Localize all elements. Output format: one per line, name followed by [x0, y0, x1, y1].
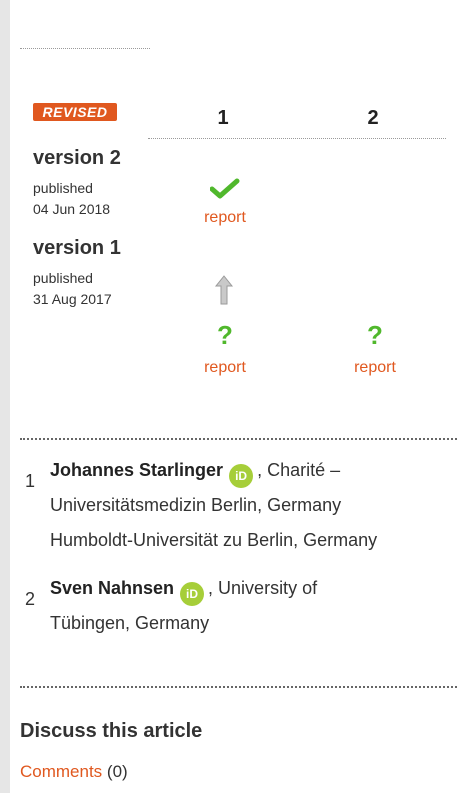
version-2-title: version 2 — [33, 147, 121, 169]
reviewer-column-2-header: 2 — [367, 107, 379, 129]
top-divider — [20, 48, 150, 49]
reviewer-1-affiliation-line-3: Humboldt-Universität zu Berlin, Germany — [50, 530, 378, 550]
column-header-divider — [148, 138, 446, 139]
version-2-reviewer-1-report-link[interactable]: report — [185, 209, 265, 227]
approved-check-icon — [210, 178, 240, 199]
approved-with-reservations-icon: ? — [217, 320, 233, 350]
comments-link[interactable]: Comments — [20, 762, 102, 781]
version-2-date: 04 Jun 2018 — [33, 201, 111, 217]
version-1-reviewer-2-report-link[interactable]: report — [335, 359, 415, 377]
comments-count: (0) — [102, 762, 128, 781]
reviewer-1-affiliation-start: , Charité – — [257, 460, 341, 480]
reviewer-2-affiliation-line-2: Tübingen, Germany — [50, 613, 210, 633]
version-1-title: version 1 — [33, 237, 121, 259]
versions-section-divider — [20, 438, 457, 440]
reviewer-1-affiliation-line-2: Universitätsmedizin Berlin, Germany — [50, 495, 342, 515]
version-1-published-label: published — [33, 270, 93, 286]
version-1-reviewer-1-report-link[interactable]: report — [185, 359, 265, 377]
version-2-published-label: published — [33, 180, 93, 196]
reviewer-column-1-header: 1 — [217, 107, 229, 129]
orcid-icon[interactable]: iD — [229, 464, 254, 488]
reviewer-2-affiliation-start: , University of — [208, 578, 318, 598]
revised-badge: REVISED — [33, 103, 117, 121]
reviewer-2-name[interactable]: Sven Nahnsen — [50, 578, 174, 598]
comments-row: Comments (0) — [20, 762, 128, 782]
reviewer-1-name[interactable]: Johannes Starlinger — [50, 460, 223, 480]
discuss-title: Discuss this article — [20, 720, 203, 742]
approved-with-reservations-icon-2: ? — [367, 320, 383, 350]
reviewer-1-line-1: Johannes Starlinger iD, Charité – — [50, 455, 340, 488]
left-border-bar — [0, 0, 10, 793]
version-1-date: 31 Aug 2017 — [33, 291, 112, 307]
orcid-icon-2[interactable]: iD — [180, 582, 205, 606]
reviewer-2-line-1: Sven Nahnsen iD, University of — [50, 573, 317, 606]
reviewers-section-divider — [20, 686, 457, 688]
arrow-up-icon — [214, 275, 234, 305]
reviewer-1-number: 1 — [25, 471, 36, 491]
reviewer-2-number: 2 — [25, 589, 36, 609]
